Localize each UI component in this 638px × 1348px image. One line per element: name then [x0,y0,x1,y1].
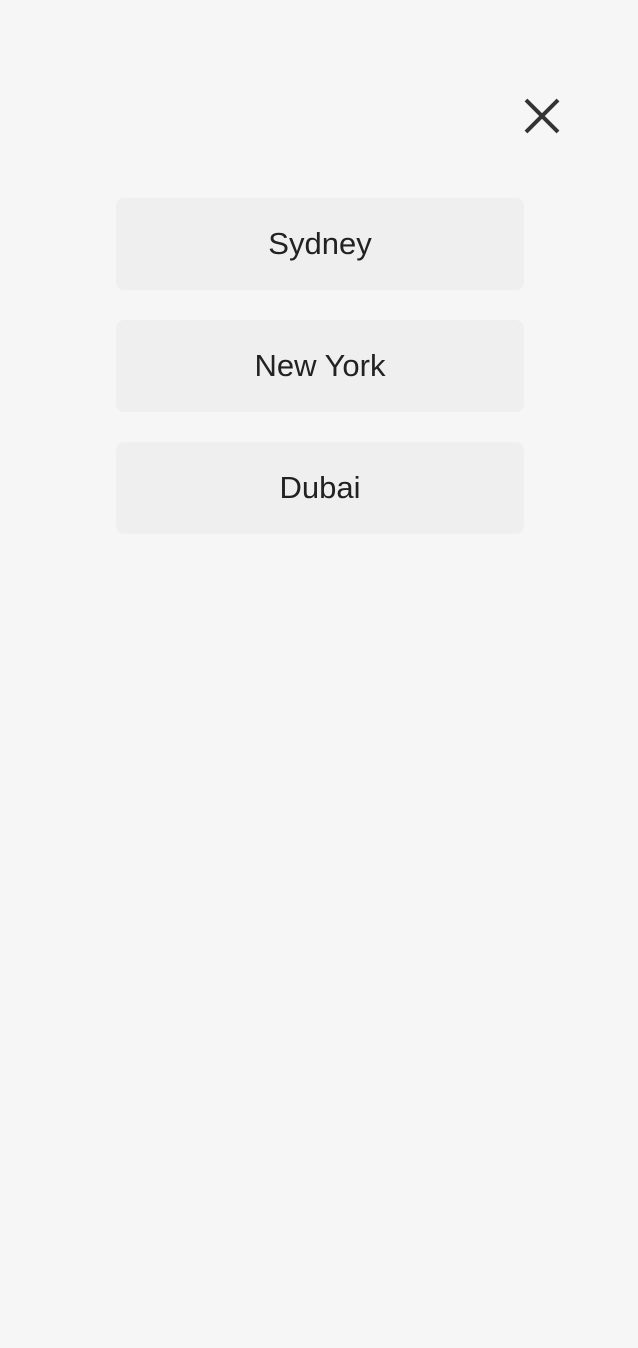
close-button[interactable] [518,92,566,140]
city-label: Dubai [279,470,361,505]
city-button-new-york[interactable]: New York [116,320,524,412]
close-icon [524,98,560,134]
city-label: Sydney [268,226,372,261]
city-label: New York [254,348,386,383]
city-button-dubai[interactable]: Dubai [116,442,524,534]
city-button-sydney[interactable]: Sydney [116,198,524,290]
city-menu: Sydney New York Dubai [116,198,524,534]
